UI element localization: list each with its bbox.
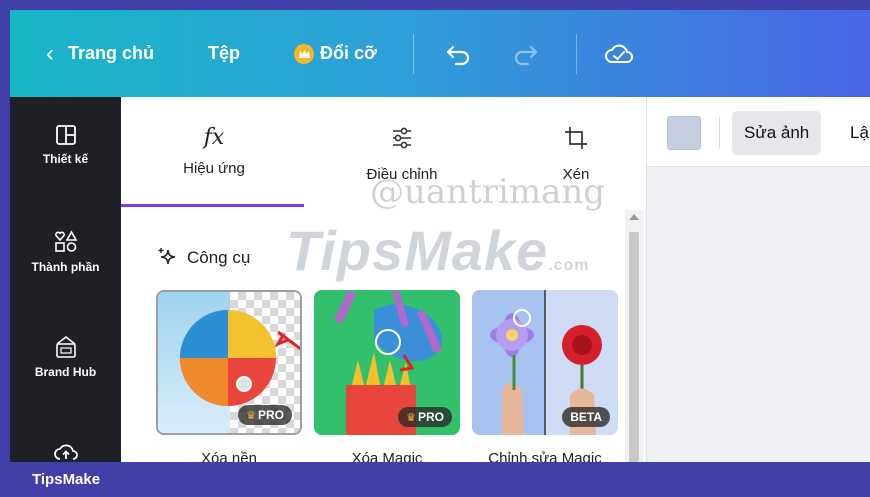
rail-item-brand-hub[interactable]: Brand Hub <box>10 335 121 379</box>
home-back-button[interactable]: ‹ Trang chủ <box>46 40 154 68</box>
badge-text: PRO <box>257 408 284 422</box>
resize-label: Đổi cỡ <box>320 43 377 63</box>
color-swatch[interactable] <box>667 116 701 150</box>
save-status-button[interactable] <box>603 41 635 67</box>
sparkle-icon <box>158 248 176 265</box>
context-toolbar: Sửa ảnh Lậ <box>647 97 870 167</box>
redo-icon <box>514 45 537 65</box>
tools-section-title: Công cụ <box>157 247 250 269</box>
toolbar-divider <box>575 33 577 74</box>
resize-button[interactable]: Đổi cỡ <box>294 43 377 64</box>
rail-item-uploads[interactable] <box>10 439 121 461</box>
sliders-icon <box>393 127 411 149</box>
canvas-area: Sửa ảnh Lậ <box>646 97 870 462</box>
top-bar: ‹ Trang chủ Tệp Đổi cỡ <box>10 10 870 97</box>
crown-icon <box>294 43 315 64</box>
redo-button[interactable] <box>510 42 540 66</box>
beta-badge: BETA <box>562 407 610 427</box>
badge-text: BETA <box>570 410 602 424</box>
panel-scrollbar[interactable] <box>625 210 643 462</box>
pro-badge: ♛ PRO <box>398 407 452 427</box>
quantrimang-watermark: @uantrimang <box>370 172 606 212</box>
rail-item-design[interactable]: Thiết kế <box>10 124 121 166</box>
fx-icon: fx <box>203 125 225 150</box>
upload-cloud-icon <box>53 444 78 460</box>
watermark-com: .com <box>548 257 590 274</box>
chevron-left-icon: ‹ <box>46 39 54 67</box>
tool-card-background-remover[interactable]: ♛ PRO <box>156 290 302 435</box>
cloud-check-icon <box>604 44 633 63</box>
rail-label: Thiết kế <box>42 152 89 166</box>
tab-effects[interactable]: fx Hiệu ứng <box>169 125 259 177</box>
scroll-up-arrow[interactable] <box>629 214 639 220</box>
next-toolbar-button-partial[interactable]: Lậ <box>850 123 869 143</box>
scroll-thumb[interactable] <box>629 232 639 462</box>
undo-button[interactable] <box>444 42 474 66</box>
badge-text: PRO <box>417 410 444 424</box>
file-menu-button[interactable]: Tệp <box>208 43 240 64</box>
side-rail: Thiết kế Thành phần Brand Hub <box>10 97 121 462</box>
footer-brand: TipsMake <box>32 471 101 488</box>
crown-icon: ♛ <box>246 409 256 422</box>
toolbar-divider <box>412 33 414 74</box>
brand-hub-icon <box>55 335 76 358</box>
layout-icon <box>55 125 76 145</box>
rail-label: Brand Hub <box>34 365 97 379</box>
crown-icon: ♛ <box>406 411 416 424</box>
watermark-main: TipsMake <box>286 219 549 282</box>
edit-photo-button[interactable]: Sửa ảnh <box>732 111 822 155</box>
shapes-icon <box>54 230 77 252</box>
footer-brand-bar: TipsMake <box>0 462 870 497</box>
tipsmake-watermark: TipsMake.com <box>286 218 590 283</box>
rail-item-elements[interactable]: Thành phần <box>10 230 121 274</box>
undo-icon <box>446 45 469 65</box>
crop-icon <box>565 127 587 149</box>
tool-card-magic-eraser[interactable]: ♛ PRO <box>314 290 460 435</box>
file-label: Tệp <box>208 43 241 63</box>
pro-badge: ♛ PRO <box>238 405 292 425</box>
tool-card-magic-edit[interactable]: BETA <box>472 290 618 435</box>
toolbar-divider <box>719 117 720 149</box>
rail-label: Thành phần <box>31 260 100 274</box>
section-title-text: Công cụ <box>187 248 251 267</box>
tab-label: Hiệu ứng <box>183 160 245 177</box>
active-tab-indicator <box>121 204 304 207</box>
edit-photo-label: Sửa ảnh <box>744 123 810 142</box>
home-label: Trang chủ <box>68 43 155 63</box>
